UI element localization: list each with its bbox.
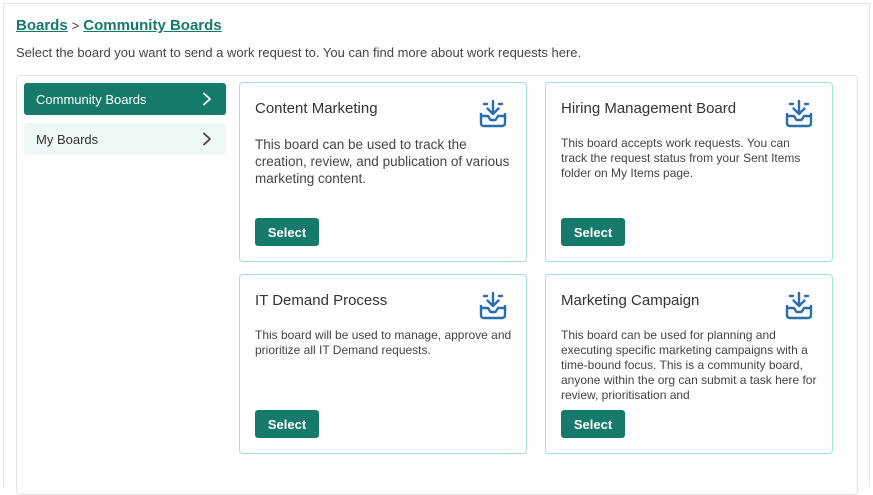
card-description: This board can be used for planning and … — [561, 328, 817, 402]
card-title: Hiring Management Board — [561, 100, 737, 117]
sidebar-item-label: Community Boards — [36, 91, 147, 107]
chevron-right-icon — [203, 132, 211, 146]
inbox-download-icon — [479, 99, 507, 128]
card-title: IT Demand Process — [255, 292, 388, 309]
card-description: This board will be used to manage, appro… — [255, 328, 512, 357]
inbox-download-icon — [785, 291, 813, 320]
card-title: Marketing Campaign — [561, 292, 700, 309]
intro-text: Select the board you want to send a work… — [16, 45, 582, 60]
board-card-marketing-campaign: Marketing Campaign This board can be use… — [545, 274, 833, 454]
breadcrumb-separator: > — [71, 18, 80, 33]
sidebar-item-label: My Boards — [36, 131, 99, 147]
board-card-it-demand: IT Demand Process This board will be use… — [239, 274, 527, 454]
card-title: Content Marketing — [255, 100, 378, 117]
sidebar-item-community-boards[interactable]: Community Boards — [24, 83, 226, 115]
breadcrumb-community-boards-link[interactable]: Community Boards — [83, 17, 221, 34]
select-button[interactable]: Select — [561, 410, 625, 438]
sidebar-item-my-boards[interactable]: My Boards — [24, 123, 226, 155]
select-button[interactable]: Select — [255, 218, 319, 246]
card-description: This board can be used to track the crea… — [255, 137, 510, 186]
board-card-hiring-management: Hiring Management Board This board accep… — [545, 82, 833, 262]
inbox-download-icon — [479, 291, 507, 320]
board-card-content-marketing: Content Marketing This board can be used… — [239, 82, 527, 262]
breadcrumb: Boards > Community Boards — [16, 17, 222, 34]
breadcrumb-boards-link[interactable]: Boards — [16, 17, 68, 34]
select-button[interactable]: Select — [561, 218, 625, 246]
select-button[interactable]: Select — [255, 410, 319, 438]
chevron-right-icon — [203, 92, 211, 106]
inbox-download-icon — [785, 99, 813, 128]
card-description: This board accepts work requests. You ca… — [561, 136, 801, 180]
